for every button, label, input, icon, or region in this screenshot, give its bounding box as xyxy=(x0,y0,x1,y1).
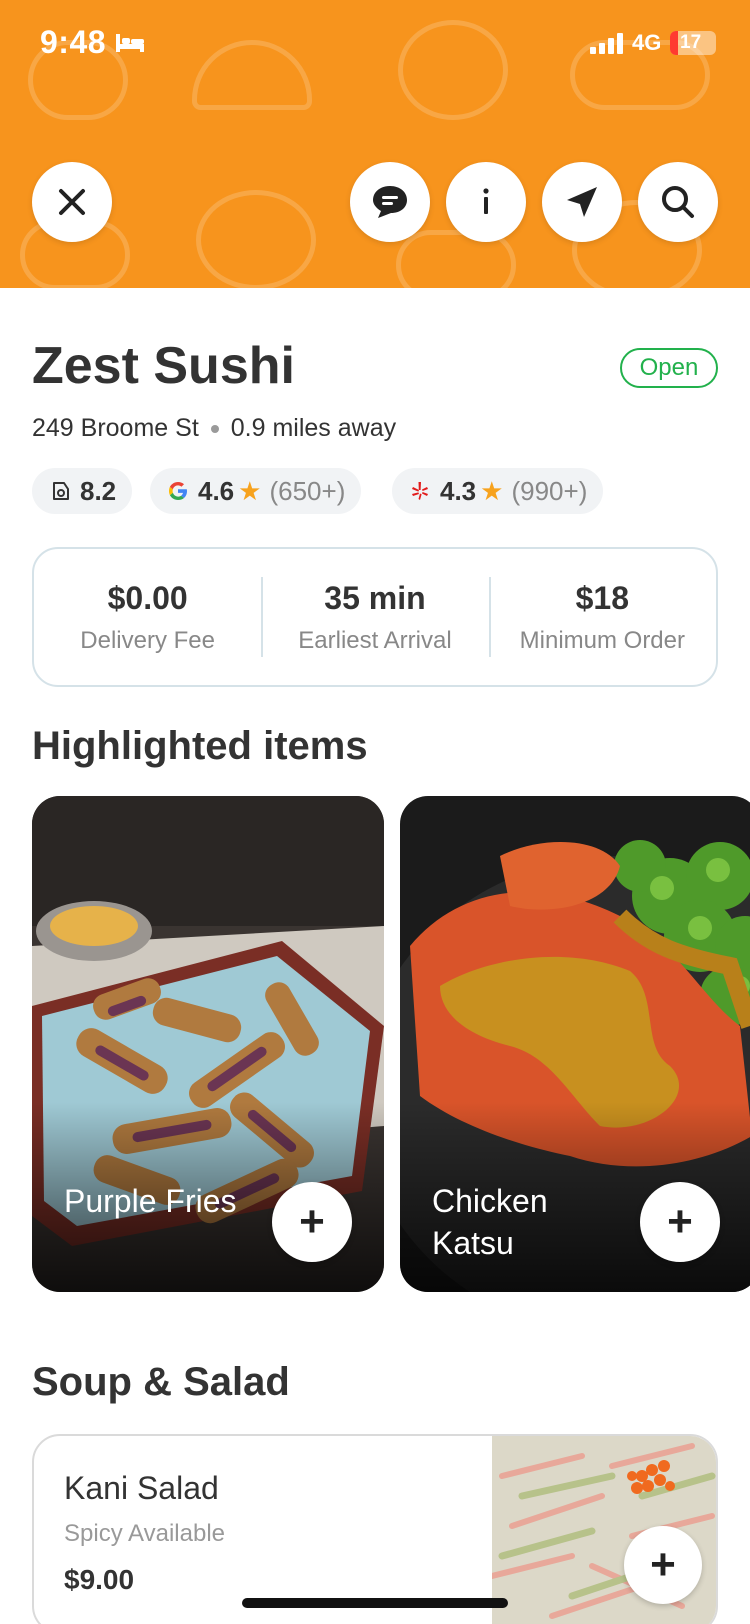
star-icon: ★ xyxy=(238,475,262,506)
status-time: 9:48 xyxy=(40,24,107,60)
distance-text: 0.9 miles away xyxy=(230,414,397,442)
restaurant-address-line: 249 Broome St 0.9 miles away xyxy=(32,414,396,443)
item-note: Spicy Available xyxy=(64,1520,225,1547)
delivery-fee-stat: $0.00 Delivery Fee xyxy=(34,549,261,685)
food-pattern-decoration xyxy=(398,20,508,120)
close-icon xyxy=(59,189,85,215)
close-button[interactable] xyxy=(32,162,112,242)
plus-icon: + xyxy=(650,1540,676,1589)
rating-score: 4.6 xyxy=(198,475,235,506)
stat-value: $18 xyxy=(575,579,630,616)
rating-chip-yelp[interactable]: 4.3 ★ (990+) xyxy=(392,468,604,514)
plus-icon: + xyxy=(667,1197,693,1246)
item-name: Chicken Katsu xyxy=(432,1183,548,1261)
app-score-icon xyxy=(53,482,69,500)
search-icon xyxy=(662,186,694,218)
battery-level xyxy=(670,31,678,55)
chat-button[interactable] xyxy=(350,162,430,242)
home-indicator xyxy=(242,1598,508,1608)
sleep-focus-icon xyxy=(116,34,144,52)
soup-salad-title: Soup & Salad xyxy=(32,1360,290,1404)
restaurant-name: Zest Sushi xyxy=(32,337,295,395)
network-type: 4G xyxy=(632,30,662,55)
yelp-icon xyxy=(412,482,428,500)
status-badge: Open xyxy=(620,348,718,388)
battery-icon: 17 xyxy=(670,31,716,55)
rating-count: (990+) xyxy=(511,475,588,506)
rating-score: 4.3 xyxy=(440,475,477,506)
highlight-card-purple-fries[interactable]: Purple Fries + xyxy=(32,796,384,1292)
highlighted-items-title: Highlighted items xyxy=(32,724,368,768)
minimum-order-stat: $18 Minimum Order xyxy=(488,549,716,685)
info-icon xyxy=(483,188,489,214)
separator-dot xyxy=(210,424,219,433)
rating-chip-google[interactable]: 4.6 ★ (650+) xyxy=(150,468,362,514)
star-icon: ★ xyxy=(480,475,504,506)
stat-label: Delivery Fee xyxy=(80,626,216,654)
cellular-signal-icon xyxy=(590,33,623,54)
search-button[interactable] xyxy=(638,162,718,242)
item-name: Kani Salad xyxy=(64,1470,219,1506)
battery-percent: 17 xyxy=(680,32,702,53)
item-name: Purple Fries xyxy=(64,1183,237,1219)
add-item-button[interactable]: + xyxy=(624,1526,702,1604)
chat-bubble-icon xyxy=(373,186,407,218)
stat-label: Earliest Arrival xyxy=(298,626,452,654)
plus-icon: + xyxy=(299,1197,325,1246)
stat-label: Minimum Order xyxy=(519,626,685,654)
header-banner: 9:48 4G 17 xyxy=(0,0,750,288)
highlight-card-chicken-katsu[interactable]: Chicken Katsu + xyxy=(400,796,750,1292)
arrival-stat: 35 min Earliest Arrival xyxy=(261,549,488,685)
stat-value: $0.00 xyxy=(107,579,188,616)
add-item-button[interactable]: + xyxy=(640,1182,720,1262)
stat-value: 35 min xyxy=(324,579,426,616)
rating-count: (650+) xyxy=(269,475,346,506)
item-price: $9.00 xyxy=(64,1564,135,1595)
rating-score: 8.2 xyxy=(80,475,117,506)
info-button[interactable] xyxy=(446,162,526,242)
add-item-button[interactable]: + xyxy=(272,1182,352,1262)
food-pattern-decoration xyxy=(192,40,312,110)
address-text: 249 Broome St xyxy=(32,414,199,442)
rating-chip-app[interactable]: 8.2 xyxy=(32,468,133,514)
food-pattern-decoration xyxy=(196,190,316,288)
send-arrow-icon xyxy=(567,187,597,217)
share-button[interactable] xyxy=(542,162,622,242)
menu-item-kani-salad[interactable]: Kani Salad Spicy Available $9.00 + xyxy=(32,1434,718,1624)
google-icon xyxy=(169,482,187,500)
delivery-stats-box: $0.00 Delivery Fee 35 min Earliest Arriv… xyxy=(32,547,718,687)
